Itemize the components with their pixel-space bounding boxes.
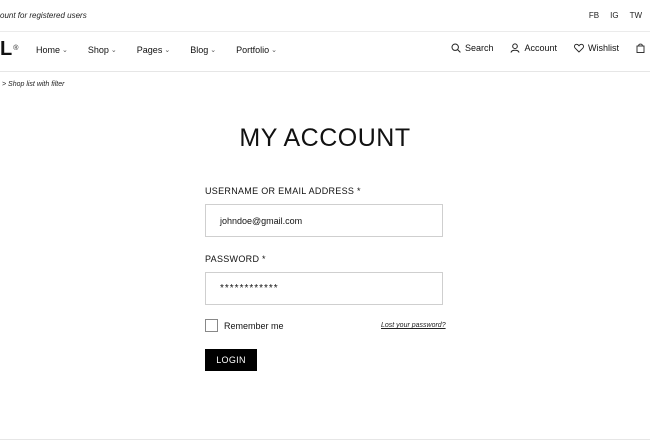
search-label: Search — [464, 43, 494, 53]
chevron-down-icon: ⌄ — [210, 47, 217, 54]
search-button[interactable]: Search — [451, 43, 494, 53]
user-icon — [510, 43, 520, 53]
facebook-link[interactable]: FB — [589, 11, 599, 20]
nav-item-home[interactable]: Home ⌄ — [36, 45, 68, 55]
twitter-link[interactable]: TW — [630, 11, 642, 20]
logo-text: L — [0, 38, 13, 60]
page-title: MY ACCOUNT — [239, 124, 411, 152]
site-logo[interactable]: L® — [0, 39, 18, 59]
lost-password-link[interactable]: Lost your password? — [381, 322, 446, 329]
cart-button[interactable] — [636, 43, 645, 53]
social-links: FB IG TW — [589, 11, 642, 20]
top-bar: ount for registered users FB IG TW — [0, 0, 650, 32]
wishlist-button[interactable]: Wishlist — [574, 43, 619, 53]
nav-item-pages[interactable]: Pages ⌄ — [137, 45, 170, 55]
header-actions: Search Account Wishlist — [451, 43, 645, 53]
chevron-down-icon: ⌄ — [110, 47, 117, 54]
main-navbar: L® Home ⌄ Shop ⌄ Pages ⌄ Blog ⌄ Portfolio ⌄ S… — [0, 32, 650, 72]
password-label: PASSWORD * — [205, 254, 266, 264]
heart-icon — [574, 43, 584, 53]
remember-checkbox[interactable] — [205, 319, 218, 332]
chevron-down-icon: ⌄ — [271, 47, 277, 54]
nav-label-home: Home — [36, 45, 61, 55]
username-field[interactable]: johndoe@gmail.com — [205, 204, 443, 237]
registered-mark: ® — [13, 45, 19, 52]
nav-item-blog[interactable]: Blog ⌄ — [190, 45, 216, 55]
nav-label-blog: Blog — [190, 45, 209, 55]
account-button[interactable]: Account — [510, 43, 557, 53]
nav-label-pages: Pages — [136, 45, 163, 55]
nav-item-shop[interactable]: Shop ⌄ — [88, 45, 117, 55]
search-icon — [451, 43, 461, 53]
remember-label[interactable]: Remember me — [224, 321, 284, 331]
bag-icon — [636, 43, 645, 53]
password-field[interactable]: ************ — [205, 272, 443, 305]
chevron-down-icon: ⌄ — [62, 47, 68, 54]
footer-divider — [0, 439, 650, 440]
nav-item-portfolio[interactable]: Portfolio ⌄ — [236, 45, 277, 55]
main-menu: Home ⌄ Shop ⌄ Pages ⌄ Blog ⌄ Portfolio ⌄ — [36, 45, 277, 55]
account-label: Account — [524, 43, 557, 53]
username-label: USERNAME OR EMAIL ADDRESS * — [205, 186, 361, 196]
username-value: johndoe@gmail.com — [220, 215, 303, 226]
breadcrumb[interactable]: > Shop list with filter — [2, 81, 64, 88]
instagram-link[interactable]: IG — [610, 11, 618, 20]
password-value: ************ — [220, 283, 279, 294]
nav-label-portfolio: Portfolio — [236, 45, 270, 55]
nav-label-shop: Shop — [87, 45, 109, 55]
remember-me: Remember me — [205, 319, 284, 332]
login-button[interactable]: LOGIN — [205, 349, 257, 371]
promo-text: ount for registered users — [0, 11, 87, 20]
chevron-down-icon: ⌄ — [164, 47, 171, 54]
wishlist-label: Wishlist — [588, 43, 619, 53]
